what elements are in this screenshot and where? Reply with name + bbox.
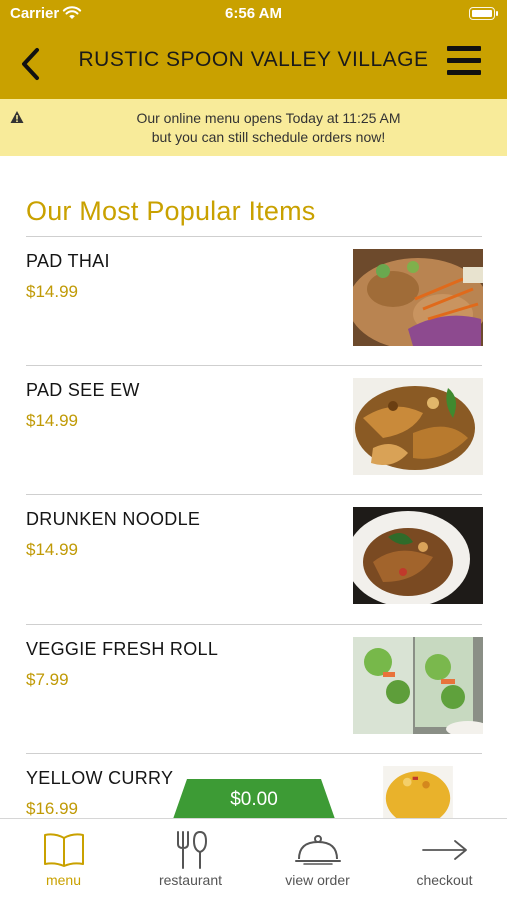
- menu-item-veggie-fresh-roll[interactable]: VEGGIE FRESH ROLL $7.99: [26, 625, 483, 734]
- chevron-left-icon: [22, 48, 39, 80]
- bottom-tab-bar: menu restaurant view order checkout: [0, 818, 507, 900]
- yellow-curry-photo: [383, 766, 453, 818]
- item-price: $14.99: [26, 411, 78, 430]
- tab-label: menu: [45, 872, 82, 888]
- item-name: PAD SEE EW: [26, 380, 140, 400]
- tab-checkout[interactable]: checkout: [381, 819, 507, 900]
- notice-line-1: Our online menu opens Today at 11:25 AM: [136, 110, 401, 126]
- menu-item-pad-see-ew[interactable]: PAD SEE EW $14.99: [26, 366, 483, 475]
- pad-see-ew-photo: [353, 378, 483, 475]
- book-icon: [43, 833, 84, 867]
- item-name: YELLOW CURRY: [26, 768, 174, 788]
- section-title: Our Most Popular Items: [26, 196, 316, 226]
- item-name: VEGGIE FRESH ROLL: [26, 639, 219, 659]
- item-price: $14.99: [26, 540, 78, 559]
- tab-label: restaurant: [158, 872, 223, 888]
- drunken-noodle-photo: [353, 507, 483, 604]
- arrow-right-icon: [421, 840, 467, 860]
- warning-icon: [10, 111, 24, 123]
- cart-total: $0.00: [230, 789, 278, 810]
- fork-knife-icon: [176, 830, 207, 869]
- cart-total-button[interactable]: $0.00: [173, 779, 335, 819]
- app-header: Carrier 6:56 AM RUSTIC SPOON VALLEY VILL…: [0, 0, 507, 99]
- cloche-icon: [294, 835, 341, 865]
- notice-line-2: but you can still schedule orders now!: [151, 129, 386, 145]
- tab-restaurant[interactable]: restaurant: [127, 819, 254, 900]
- item-price: $14.99: [26, 282, 78, 301]
- menu-item-pad-thai[interactable]: PAD THAI $14.99: [26, 237, 483, 346]
- tab-view-order[interactable]: view order: [254, 819, 381, 900]
- menu-hours-notice: Our online menu opens Today at 11:25 AM …: [0, 99, 507, 156]
- item-price: $16.99: [26, 799, 78, 818]
- veggie-fresh-roll-photo: [353, 637, 483, 734]
- battery-icon: [469, 7, 498, 20]
- item-name: DRUNKEN NOODLE: [26, 509, 201, 529]
- back-button[interactable]: [12, 40, 48, 88]
- hamburger-menu-button[interactable]: [447, 46, 483, 76]
- tab-label: checkout: [416, 872, 473, 888]
- clock: 6:56 AM: [225, 5, 282, 22]
- restaurant-title: RUSTIC SPOON VALLEY VILLAGE: [78, 48, 429, 71]
- item-name: PAD THAI: [26, 251, 110, 271]
- tab-menu[interactable]: menu: [0, 819, 127, 900]
- status-bar: Carrier 6:56 AM: [0, 0, 507, 28]
- tab-label: view order: [285, 872, 350, 888]
- pad-thai-photo: [353, 249, 483, 346]
- menu-item-drunken-noodle[interactable]: DRUNKEN NOODLE $14.99: [26, 495, 483, 604]
- item-price: $7.99: [26, 670, 69, 689]
